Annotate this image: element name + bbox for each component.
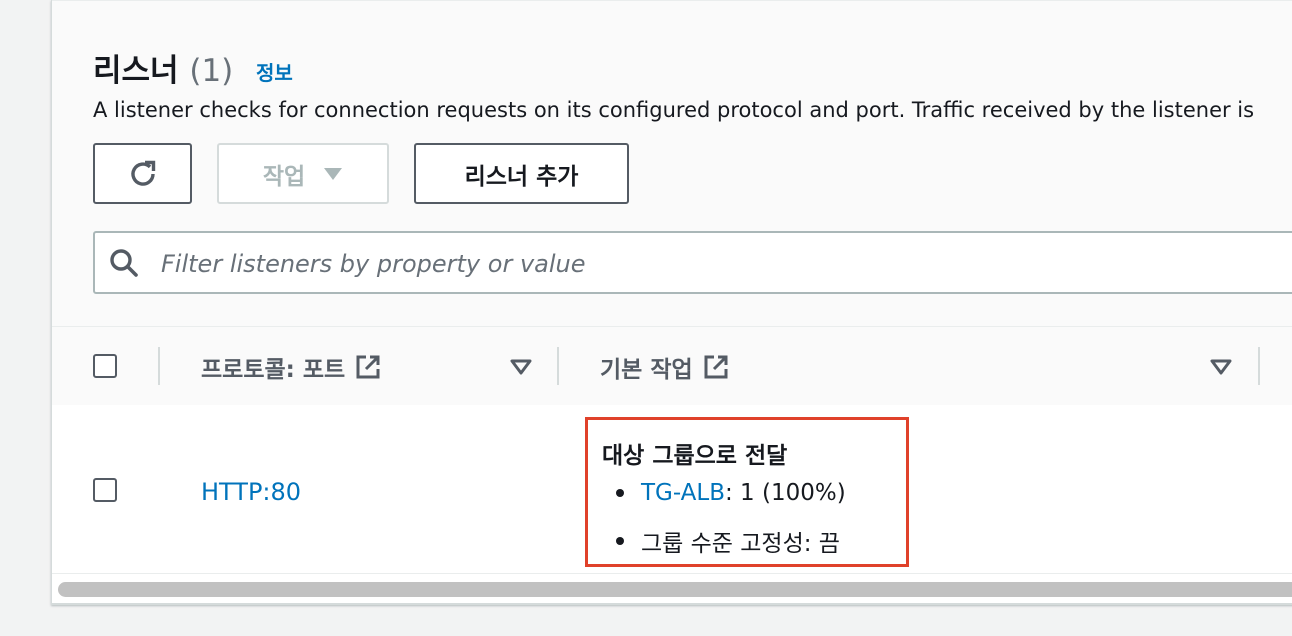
column-header-default-action[interactable]: 기본 작업 — [600, 350, 729, 384]
filter-search-input[interactable] — [159, 243, 1263, 285]
section-title: 리스너 (1) — [93, 45, 233, 90]
actions-dropdown-button[interactable]: 작업 — [217, 143, 389, 204]
bullet-dot — [616, 489, 624, 497]
info-link[interactable]: 정보 — [256, 57, 293, 86]
horizontal-scrollbar[interactable] — [58, 582, 1292, 597]
listeners-panel: 리스너 (1) 정보 A listener checks for connect… — [51, 0, 1292, 605]
select-all-checkbox[interactable] — [93, 354, 117, 378]
listeners-header: 리스너 (1) 정보 A listener checks for connect… — [52, 0, 1292, 327]
listener-count: (1) — [189, 53, 234, 89]
section-title-text: 리스너 — [93, 53, 179, 89]
table-row[interactable]: HTTP:80 대상 그룹으로 전달 TG-ALB : 1 (100%) 그룹 … — [52, 405, 1292, 574]
external-link-icon[interactable] — [703, 354, 729, 380]
column-divider — [1258, 347, 1260, 385]
column-header-protocol-port-label: 프로토콜: 포트 — [201, 357, 346, 383]
refresh-button[interactable] — [93, 143, 192, 204]
table-header-row: 프로토콜: 포트 기본 작업 — [52, 326, 1292, 407]
bullet-dot — [616, 537, 624, 545]
external-link-icon[interactable] — [355, 354, 381, 380]
section-description: A listener checks for connection request… — [93, 98, 1255, 122]
target-group-weight: : 1 (100%) — [725, 480, 846, 506]
add-listener-label: 리스너 추가 — [464, 163, 579, 190]
column-divider — [158, 347, 160, 385]
filter-search-box[interactable] — [93, 231, 1292, 294]
sort-caret-icon[interactable] — [510, 359, 532, 375]
stickiness-list-item: 그룹 수준 고정성: 끔 — [616, 524, 840, 558]
target-group-list-item: TG-ALB : 1 (100%) — [616, 480, 846, 506]
row-select-checkbox[interactable] — [93, 478, 117, 502]
default-action-highlight: 대상 그룹으로 전달 TG-ALB : 1 (100%) 그룹 수준 고정성: … — [585, 417, 909, 567]
column-header-default-action-label: 기본 작업 — [600, 357, 693, 383]
actions-button-label: 작업 — [262, 163, 306, 190]
column-divider — [557, 347, 559, 385]
target-group-link[interactable]: TG-ALB — [641, 480, 725, 506]
protocol-port-link[interactable]: HTTP:80 — [201, 478, 301, 506]
refresh-icon — [130, 160, 155, 186]
sort-caret-icon[interactable] — [1210, 359, 1232, 375]
stickiness-text: 그룹 수준 고정성: 끔 — [641, 531, 840, 557]
column-header-protocol-port[interactable]: 프로토콜: 포트 — [201, 350, 381, 384]
add-listener-button[interactable]: 리스너 추가 — [414, 143, 629, 204]
default-action-title: 대상 그룹으로 전달 — [602, 443, 788, 469]
caret-down-icon — [324, 167, 343, 180]
search-icon — [110, 249, 138, 277]
